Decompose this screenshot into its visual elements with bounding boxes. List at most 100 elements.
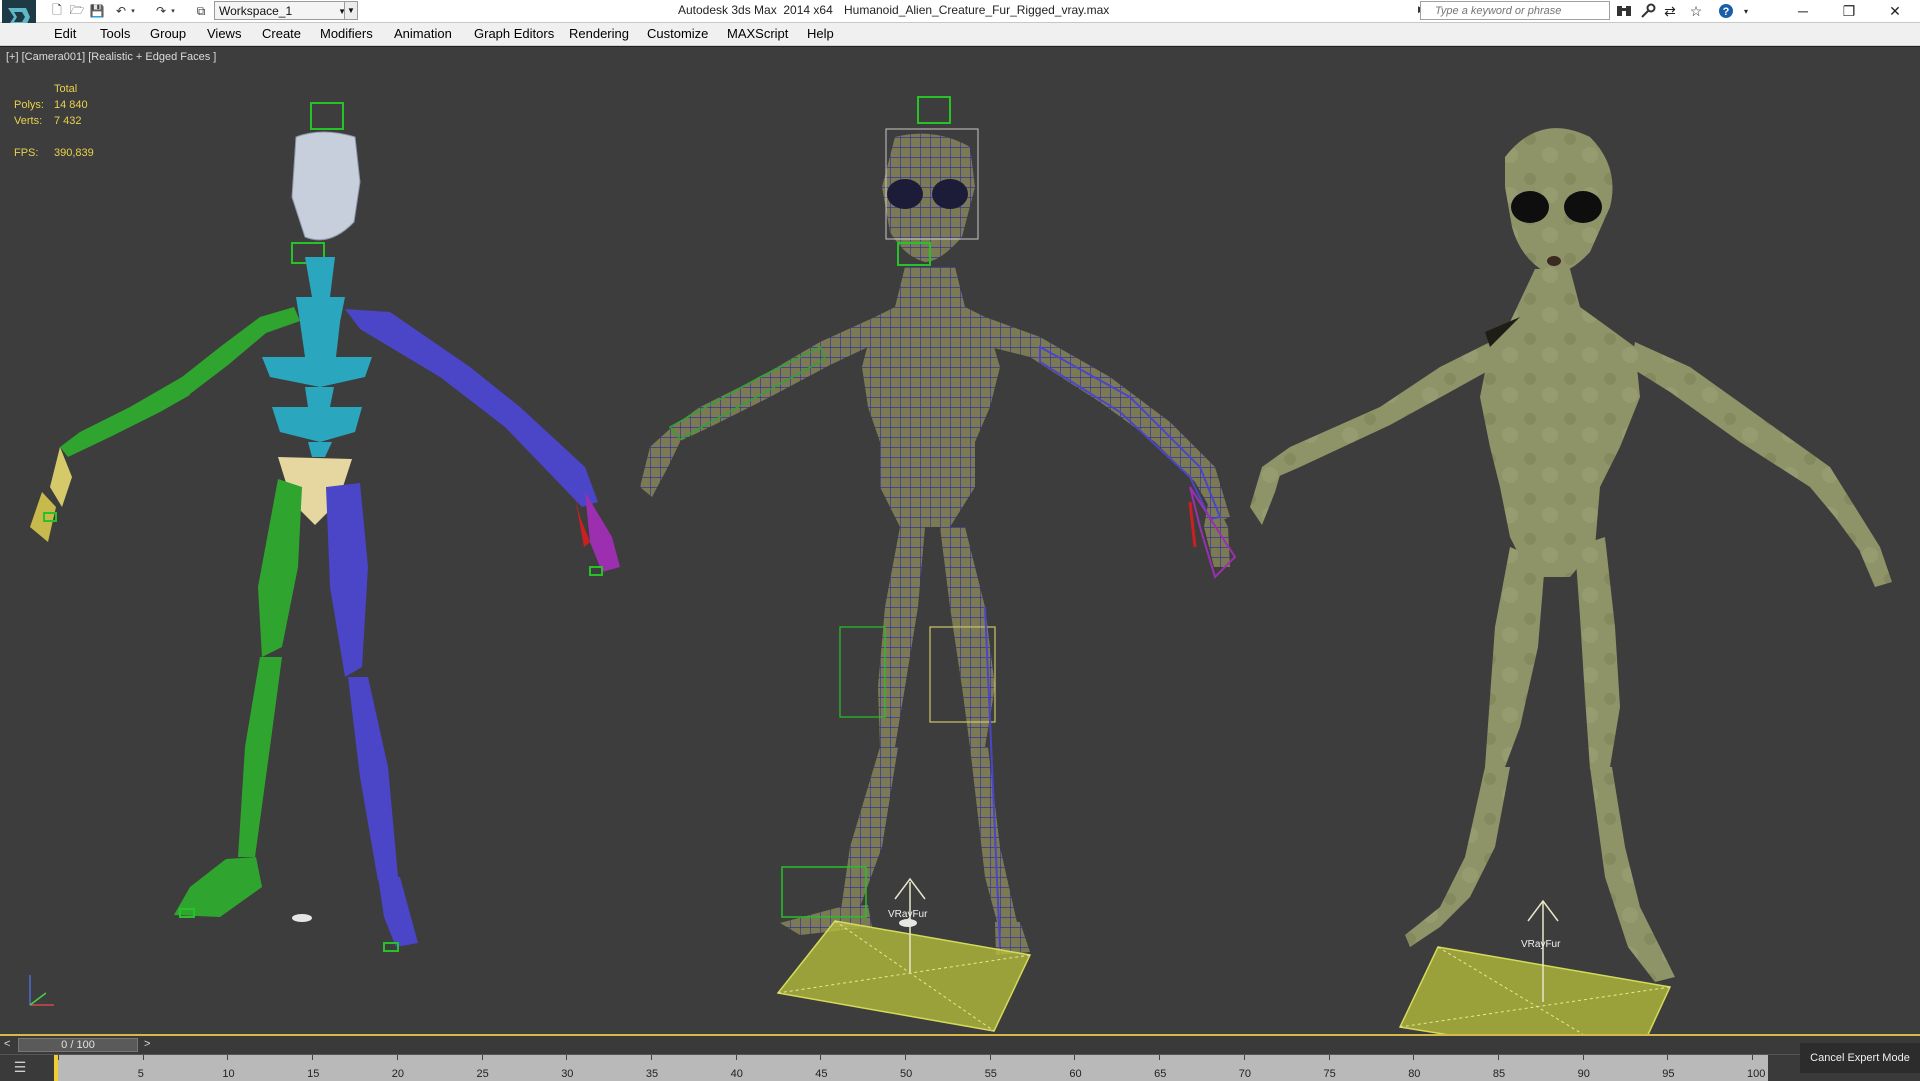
viewport-label[interactable]: [+] [Camera001] [Realistic + Edged Faces… [6,51,216,63]
ruler-tick [1074,1055,1076,1060]
ruler-tick-label: 100 [1747,1068,1766,1080]
ruler-tick-label: 45 [815,1068,828,1080]
key-icon[interactable] [1638,2,1658,20]
file-name: Humanoid_Alien_Creature_Fur_Rigged_vray.… [844,3,1110,17]
menu-help[interactable]: Help [807,26,834,41]
new-file-icon[interactable]: 🗋 [48,2,66,20]
exchange-icon[interactable]: ⇄ [1660,2,1680,20]
fps-value: 390,839 [54,147,94,159]
ruler-tick [1413,1055,1415,1060]
ruler-tick-label: 70 [1238,1068,1252,1080]
ruler-tick [650,1055,652,1060]
time-slider[interactable]: 0 / 100 [18,1038,138,1052]
search-box[interactable] [1420,1,1610,20]
polys-value: 14 840 [54,99,88,111]
verts-value: 7 432 [54,115,82,127]
scene-canvas[interactable]: VRayFur VRayFur [0,47,1920,1036]
project-folder-icon[interactable]: ⧉ [192,2,210,20]
wireframe-mesh[interactable]: VRayFur [640,96,1237,1032]
binoculars-icon[interactable] [1614,2,1634,20]
minimize-button[interactable]: ─ [1780,0,1826,22]
camera-viewport[interactable]: VRayFur VRayFur [+] [Camera001] [Realist… [0,46,1920,1036]
ruler-tick [312,1055,314,1060]
verts-label: Verts: [14,115,43,127]
ruler-tick-label: 40 [730,1068,743,1080]
menu-modifiers[interactable]: Modifiers [320,26,373,41]
ruler-tick [142,1055,144,1060]
menu-rendering[interactable]: Rendering [569,26,629,41]
ruler-tick [396,1055,398,1060]
rendered-alien[interactable]: VRayFur [1250,128,1892,1036]
ruler-tick [1752,1055,1753,1060]
ruler-tick-label: 80 [1408,1068,1421,1080]
search-input[interactable] [1435,2,1605,19]
menu-customize[interactable]: Customize [647,26,708,41]
ruler-tick [735,1055,737,1060]
ruler-tick-label: 85 [1492,1068,1506,1080]
menu-create[interactable]: Create [262,26,301,41]
ruler-tick-label: 15 [307,1068,320,1080]
redo-dropdown-icon[interactable]: ▾ [164,2,182,20]
help-icon[interactable]: ? [1716,2,1736,20]
menu-graph-editors[interactable]: Graph Editors [474,26,554,41]
menu-edit[interactable]: Edit [54,26,76,41]
star-icon[interactable]: ☆ [1686,2,1706,20]
menu-maxscript[interactable]: MAXScript [727,26,788,41]
ruler-tick-label: 60 [1069,1068,1082,1080]
ruler-tick [227,1055,229,1060]
track-bar-ruler[interactable]: 5 10 15 20 25 30 35 40 45 50 55 60 65 70 75 80 85 90 95 100 [54,1055,1768,1081]
ruler-tick [1243,1055,1245,1060]
fur-label-middle: VRayFur [888,909,928,920]
menu-bar: Edit Tools Group Views Create Modifiers … [0,23,1920,46]
ruler-tick [1328,1055,1330,1060]
ruler-tick [481,1055,483,1060]
ruler-tick [1159,1055,1161,1060]
ruler-tick [58,1055,59,1060]
ruler-tick-label: 35 [645,1068,659,1080]
menu-group[interactable]: Group [150,26,186,41]
fur-label-right: VRayFur [1521,939,1561,950]
ruler-tick [1582,1055,1584,1060]
previous-frame-button[interactable]: < [4,1038,10,1050]
menu-animation[interactable]: Animation [394,26,452,41]
workspace-dropdown[interactable]: Workspace_1 ▼ [214,1,350,20]
bone-rig[interactable] [30,102,620,952]
ruler-tick-label: 90 [1577,1068,1590,1080]
ruler-tick-label: 20 [391,1068,405,1080]
ruler-tick [566,1055,568,1060]
help-dropdown-icon[interactable]: ▾ [1736,2,1756,20]
fps-label: FPS: [14,147,39,159]
menu-views[interactable]: Views [207,26,241,41]
title-bar: 🗋 🗁 💾 ↶ ▾ ↷ ▾ ⧉ Workspace_1 ▼ ▼ Autodesk… [0,0,1920,34]
menu-tools[interactable]: Tools [100,26,130,41]
axis-gizmo [29,975,54,1006]
stats-header: Total [54,83,78,95]
current-frame-marker[interactable] [54,1055,58,1081]
curve-editor-icon[interactable]: ☰ [6,1057,34,1077]
save-icon[interactable]: 💾 [88,2,106,20]
next-frame-button[interactable]: > [144,1038,150,1050]
ruler-tick-label: 50 [900,1068,913,1080]
cancel-expert-mode-button[interactable]: Cancel Expert Mode [1800,1043,1920,1073]
ruler-tick [989,1055,991,1060]
ruler-tick [905,1055,906,1060]
app-title: Autodesk 3ds Max 2014 x64 [678,3,833,17]
ruler-tick-label: 5 [137,1068,144,1080]
ruler-tick-label: 30 [561,1068,574,1080]
ruler-tick [1667,1055,1669,1060]
restore-button[interactable]: ❐ [1826,0,1872,22]
ruler-tick-label: 25 [476,1068,489,1080]
ruler-tick-label: 55 [984,1068,997,1080]
track-bar: ☰ 5 10 15 20 25 30 35 40 45 50 55 60 65 70 75 80 85 90 95 1… [0,1054,1920,1081]
ruler-tick [820,1055,822,1060]
undo-dropdown-icon[interactable]: ▾ [124,2,142,20]
ruler-tick-label: 95 [1662,1068,1675,1080]
close-button[interactable]: ✕ [1872,0,1918,22]
quick-access-dropdown[interactable]: ▼ [344,1,358,20]
time-slider-bar: < 0 / 100 > [0,1036,1920,1054]
polys-label: Polys: [14,99,44,111]
ruler-tick-label: 10 [222,1068,235,1080]
workspace-label: Workspace_1 [219,4,293,18]
open-file-icon[interactable]: 🗁 [68,2,86,20]
ruler-tick [1497,1055,1499,1060]
